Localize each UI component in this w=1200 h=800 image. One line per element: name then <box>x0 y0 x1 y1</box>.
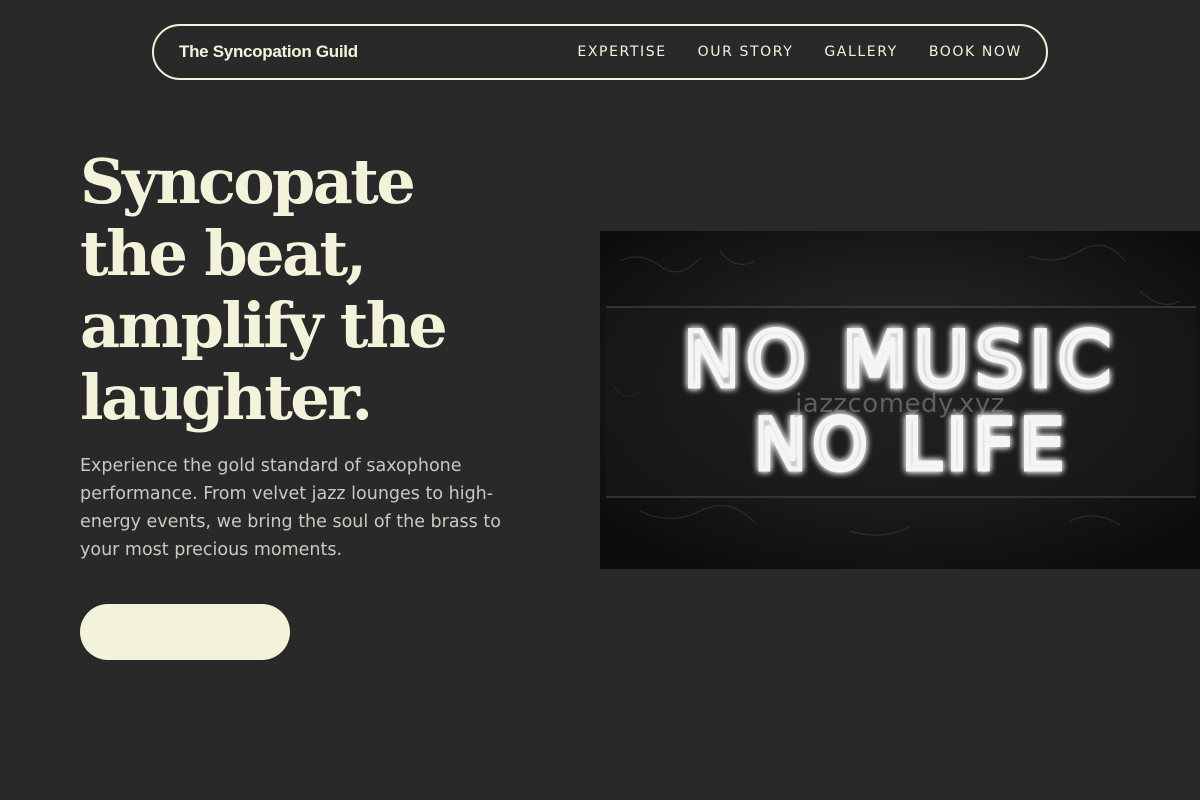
headline-line: Syncopate <box>80 145 416 218</box>
hero-neon-sign-image: NO MUSIC NO LIFE jazzcomedy.xyz <box>600 231 1200 569</box>
nav-link-book-now[interactable]: BOOK NOW <box>929 44 1022 60</box>
cta-button[interactable] <box>80 604 290 660</box>
nav-link-our-story[interactable]: OUR STORY <box>698 44 794 60</box>
hero-description: Experience the gold standard of saxophon… <box>80 456 501 560</box>
hero-headline: Syncopate the beat, amplify the laughter… <box>80 146 540 434</box>
top-nav: The Syncopation Guild EXPERTISE OUR STOR… <box>152 24 1048 80</box>
watermark: jazzcomedy.xyz <box>795 389 1005 419</box>
headline-line: amplify the <box>80 289 448 362</box>
nav-link-gallery[interactable]: GALLERY <box>824 44 897 60</box>
headline-line: laughter. <box>80 361 373 434</box>
nav-links: EXPERTISE OUR STORY GALLERY BOOK NOW <box>546 44 1022 60</box>
headline-line: the beat, <box>80 217 367 290</box>
nav-link-expertise[interactable]: EXPERTISE <box>577 44 666 60</box>
brand-name[interactable]: The Syncopation Guild <box>179 42 358 62</box>
